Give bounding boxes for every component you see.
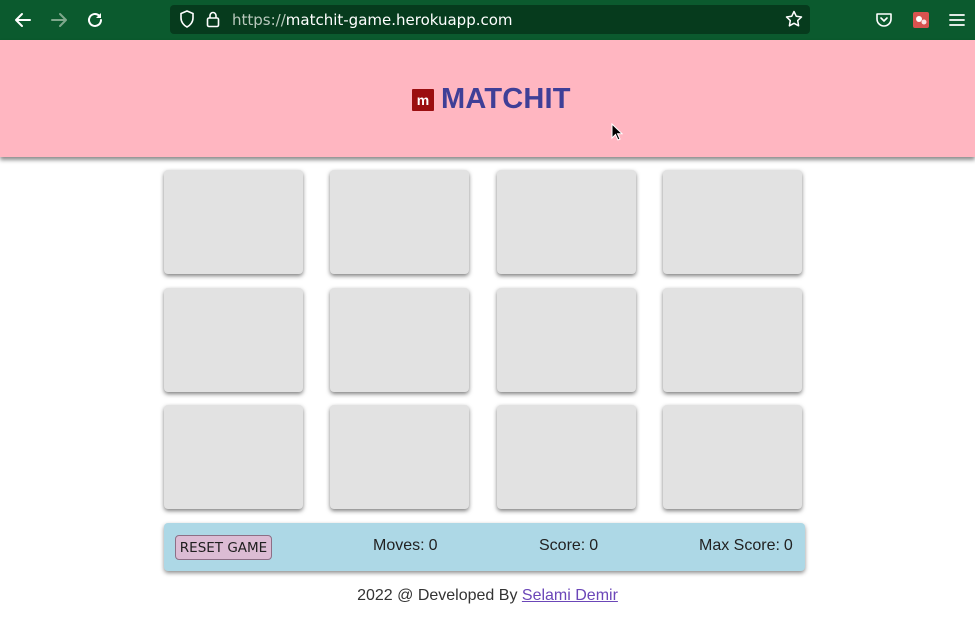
card[interactable] [663,405,802,509]
card[interactable] [330,288,469,392]
app-title: MATCHIT [441,83,571,115]
pocket-icon[interactable] [872,8,896,32]
logo-icon: m [412,88,434,111]
card[interactable] [497,288,636,392]
moves-counter: Moves: 0 [373,537,437,555]
extension-icon[interactable] [909,8,933,32]
forward-icon[interactable] [47,8,71,32]
score-bar: RESET GAME Moves: 0 Score: 0 Max Score: 0 [164,523,805,571]
card[interactable] [497,405,636,509]
mouse-cursor-icon [611,122,624,146]
url-text[interactable]: https://matchit-game.herokuapp.com [232,11,513,29]
reload-icon[interactable] [83,8,107,32]
app-header: m MATCHIT [0,40,975,157]
max-score-counter: Max Score: 0 [699,537,793,555]
card[interactable] [164,170,303,274]
max-score-label: Max Score: [699,537,780,554]
card-grid [164,170,804,510]
score-value: 0 [589,537,599,554]
url-scheme: https:// [232,11,286,29]
url-host: matchit-game.herokuapp.com [285,11,513,29]
card[interactable] [330,170,469,274]
reset-game-button[interactable]: RESET GAME [175,535,272,560]
back-icon[interactable] [11,8,35,32]
lock-icon[interactable] [201,7,225,31]
score-counter: Score: 0 [539,537,598,555]
card[interactable] [164,405,303,509]
card[interactable] [663,288,802,392]
browser-toolbar: https://matchit-game.herokuapp.com [0,0,975,40]
menu-icon[interactable] [945,8,969,32]
max-score-value: 0 [783,537,793,554]
address-bar[interactable]: https://matchit-game.herokuapp.com [170,5,810,34]
card[interactable] [663,170,802,274]
moves-label: Moves: [373,537,425,554]
moves-value: 0 [428,537,438,554]
card[interactable] [497,170,636,274]
footer-text: 2022 @ Developed By [357,587,518,604]
score-label: Score: [539,537,586,554]
logo[interactable]: m MATCHIT [412,83,571,116]
star-icon[interactable] [782,7,806,31]
card[interactable] [330,405,469,509]
author-link[interactable]: Selami Demir [522,587,618,604]
shield-icon[interactable] [175,7,199,31]
card[interactable] [164,288,303,392]
footer: 2022 @ Developed By Selami Demir [0,587,975,605]
